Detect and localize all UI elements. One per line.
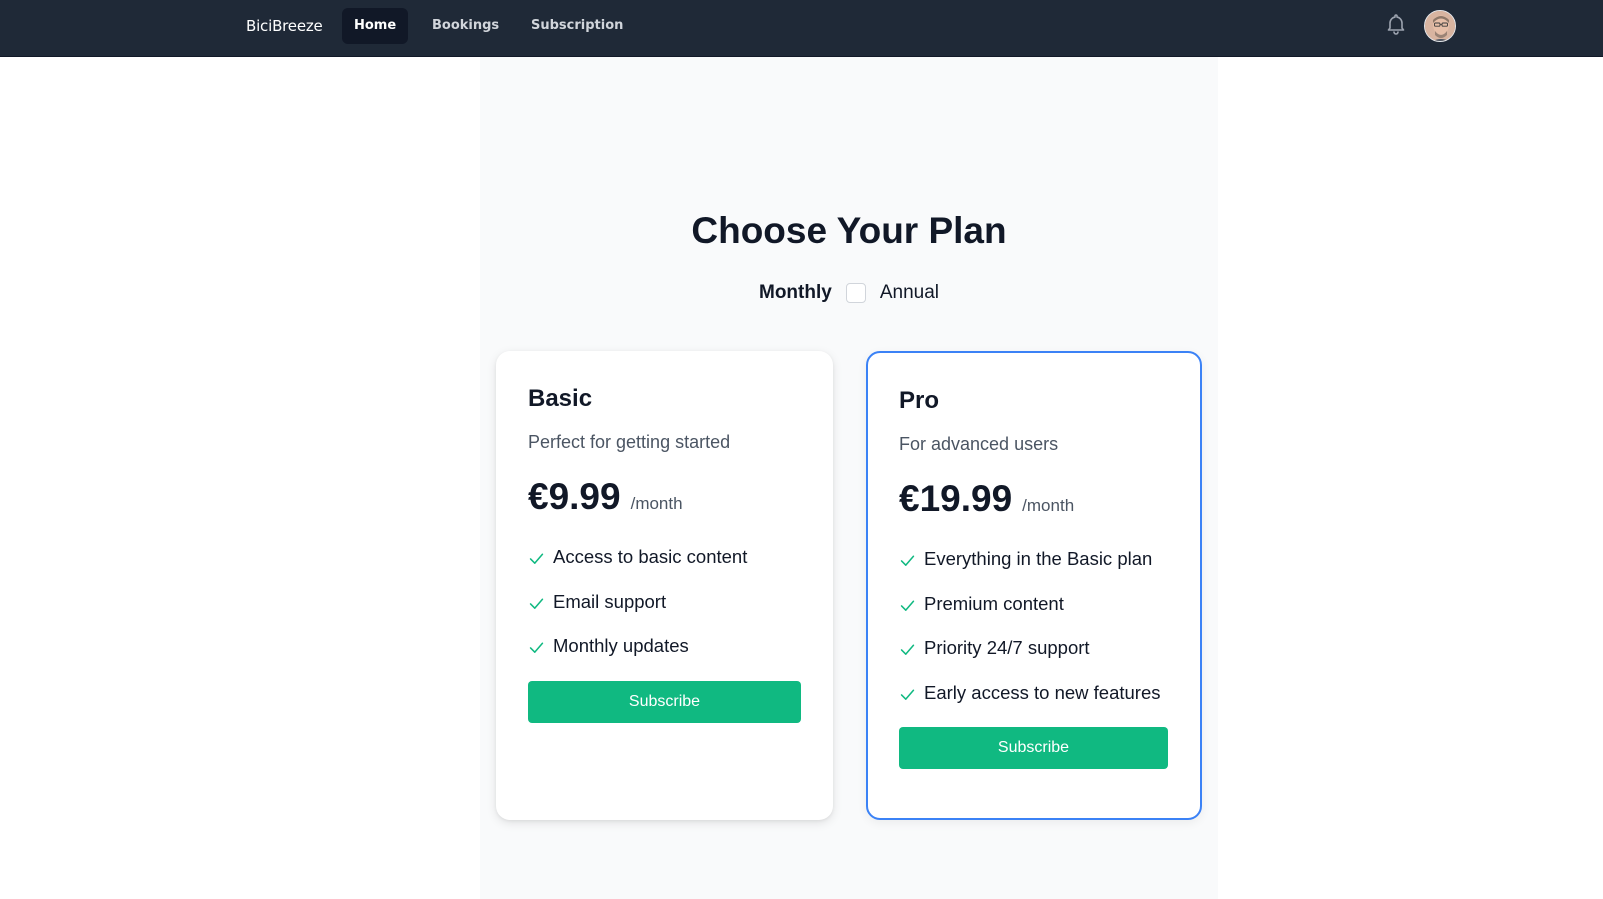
feature-item: Premium content	[899, 592, 1168, 637]
brand-logo[interactable]: BiciBreeze	[246, 17, 323, 35]
feature-text: Early access to new features	[924, 681, 1161, 703]
feature-text: Everything in the Basic plan	[924, 548, 1153, 569]
subscribe-button-pro[interactable]: Subscribe	[899, 727, 1168, 769]
feature-text: Premium content	[924, 592, 1064, 614]
feature-list: Everything in the Basic plan Premium con…	[899, 547, 1168, 725]
feature-item: Early access to new features	[899, 681, 1168, 726]
plan-price: €9.99	[528, 476, 621, 517]
nav-subscription[interactable]: Subscription	[519, 8, 635, 44]
feature-item: Priority 24/7 support	[899, 636, 1168, 681]
check-icon	[529, 642, 544, 653]
page-title: Choose Your Plan	[691, 210, 1007, 251]
main-content: Choose Your Plan Monthly Annual Basic Per…	[480, 57, 1218, 899]
feature-item: Monthly updates	[528, 634, 801, 679]
user-avatar[interactable]	[1424, 10, 1456, 42]
feature-item: Everything in the Basic plan	[899, 547, 1168, 592]
plan-name: Basic	[528, 385, 593, 412]
check-icon	[900, 644, 915, 655]
plan-period: /month	[1022, 496, 1075, 515]
price-row: €9.99/month	[528, 476, 801, 524]
plan-description: For advanced users	[899, 434, 1059, 454]
plan-period: /month	[630, 494, 683, 513]
feature-text: Priority 24/7 support	[924, 637, 1090, 658]
top-navbar: BiciBreeze Home Bookings Subscription	[0, 0, 1603, 57]
feature-text: Monthly updates	[553, 635, 689, 656]
notifications-button[interactable]	[1384, 12, 1408, 36]
check-icon	[529, 597, 544, 609]
check-icon	[900, 688, 915, 700]
nav-bookings[interactable]: Bookings	[420, 8, 511, 44]
plan-price: €19.99	[899, 478, 1013, 519]
avatar-photo-icon	[1425, 11, 1455, 41]
billing-monthly-label: Monthly	[759, 282, 832, 303]
plan-card-basic: Basic Perfect for getting started €9.99/…	[496, 351, 833, 820]
feature-text: Access to basic content	[553, 546, 748, 567]
billing-annual-checkbox[interactable]	[845, 283, 866, 303]
plan-card-pro: Pro For advanced users €19.99/month Ever…	[866, 351, 1202, 820]
nav-home[interactable]: Home	[342, 8, 409, 44]
price-row: €19.99/month	[899, 478, 1168, 526]
feature-item: Access to basic content	[528, 545, 801, 590]
plan-name: Pro	[899, 387, 940, 414]
subscribe-button-basic[interactable]: Subscribe	[528, 680, 801, 723]
check-icon	[900, 555, 915, 566]
check-icon	[900, 599, 915, 611]
billing-annual-label[interactable]: Annual	[880, 282, 939, 304]
plan-description: Perfect for getting started	[528, 432, 731, 452]
bell-icon	[1387, 14, 1405, 35]
feature-item: Email support	[528, 590, 801, 635]
billing-toggle: Monthly Annual	[480, 282, 1218, 312]
feature-text: Email support	[553, 590, 667, 612]
check-icon	[529, 553, 544, 564]
feature-list: Access to basic content Email support Mo…	[528, 545, 801, 679]
